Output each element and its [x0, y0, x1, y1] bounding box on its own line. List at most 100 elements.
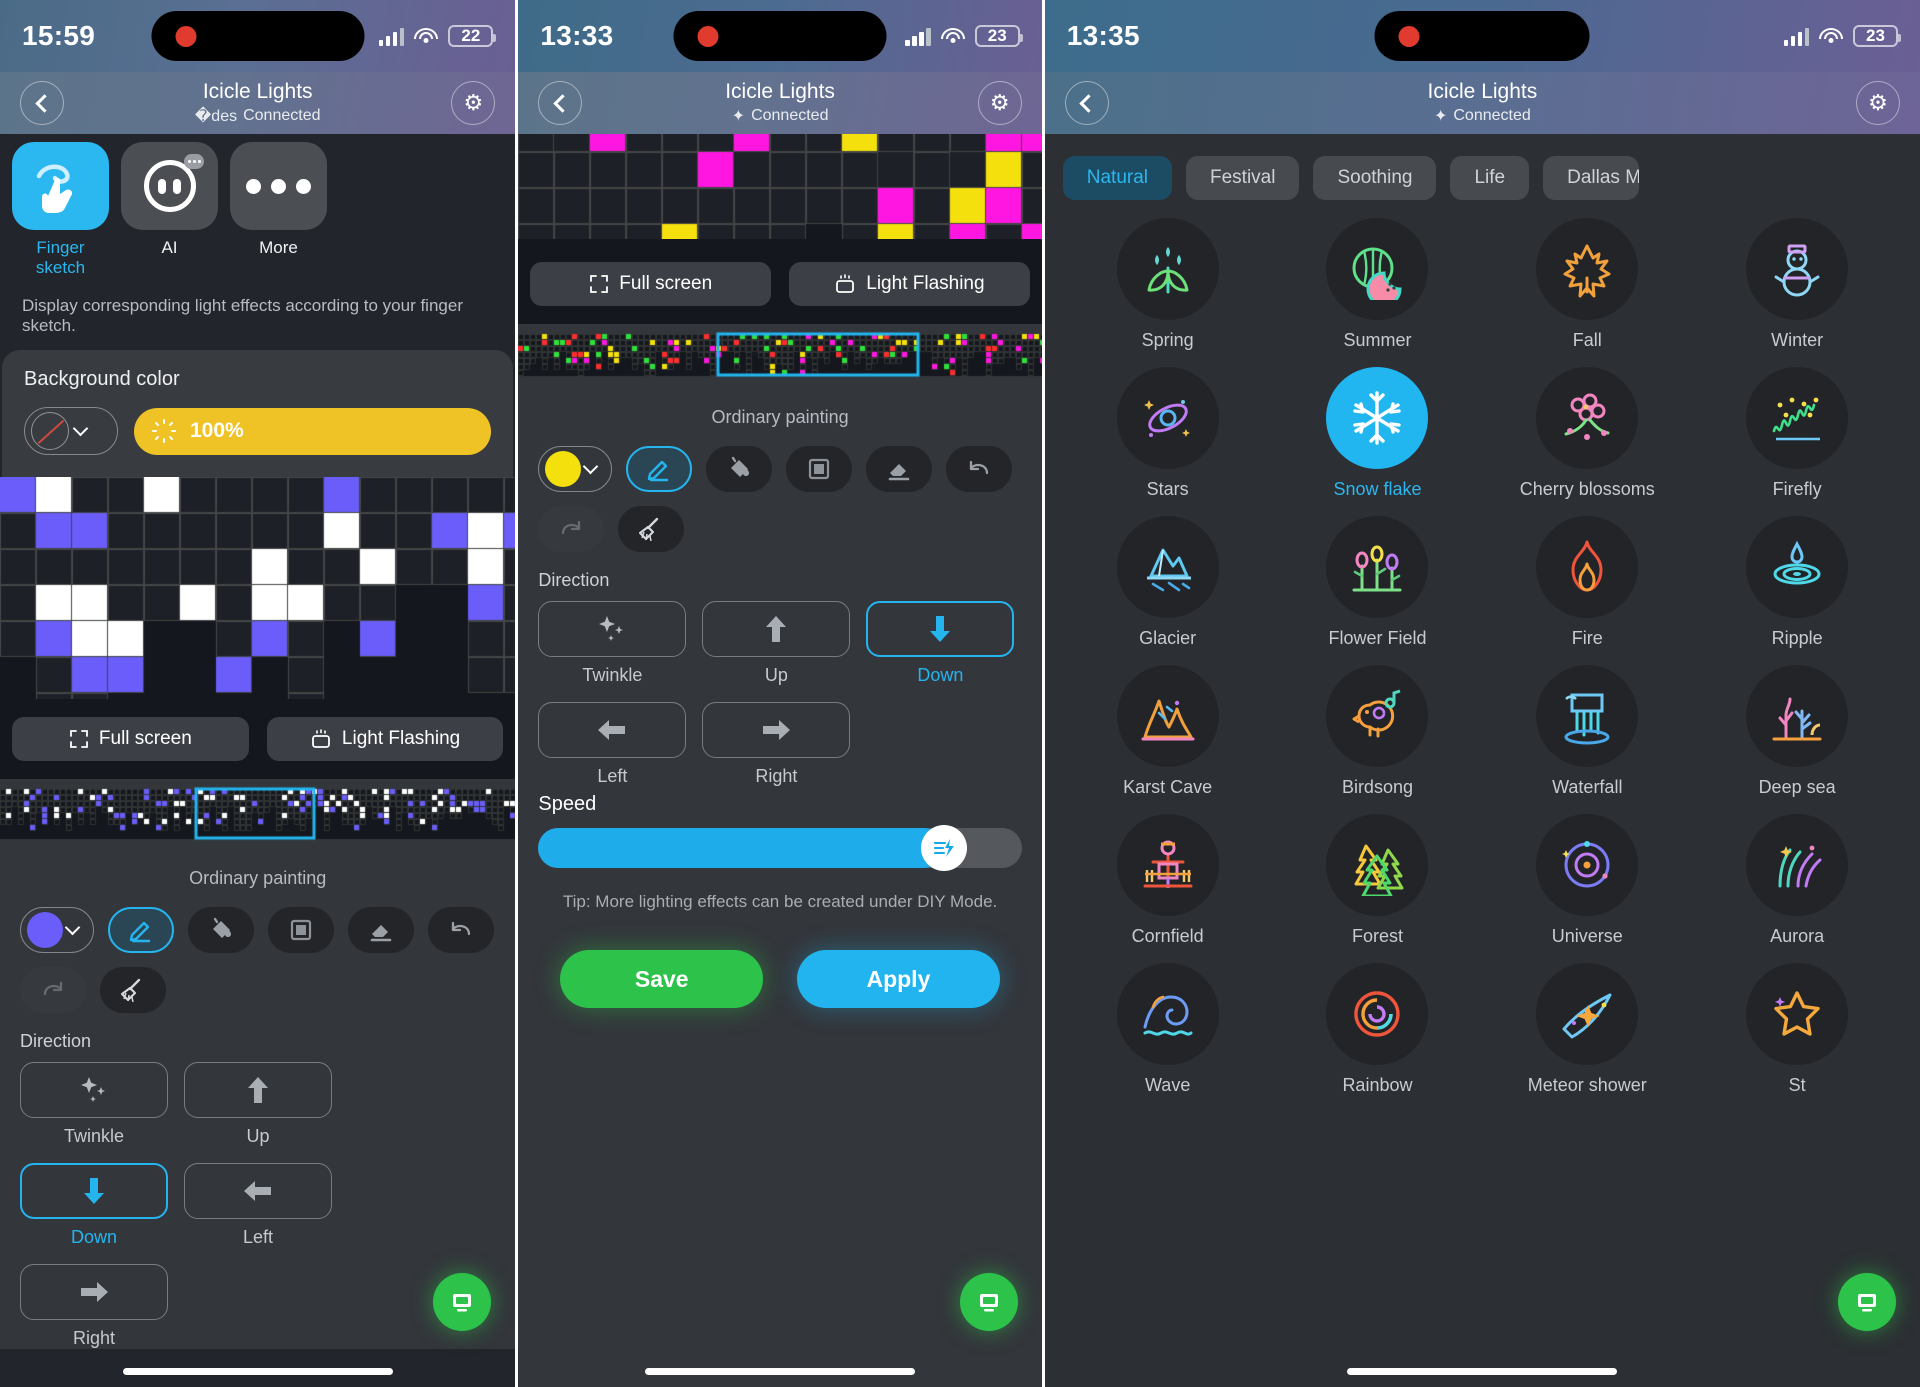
back-button[interactable]	[538, 81, 583, 125]
tab-life[interactable]: Life	[1450, 156, 1530, 200]
effect-fall[interactable]: Fall	[1482, 218, 1692, 351]
effect-cherry-blossoms[interactable]: Cherry blossoms	[1482, 367, 1692, 500]
effect-forest[interactable]: Forest	[1273, 814, 1483, 947]
scarecrow-icon	[1137, 834, 1199, 896]
mode-ai[interactable]: AI	[121, 142, 218, 278]
eraser-tool[interactable]	[866, 446, 933, 492]
light-preview-canvas[interactable]	[0, 477, 516, 699]
effect-aurora[interactable]: Aurora	[1692, 814, 1902, 947]
effect-karst-cave[interactable]: Karst Cave	[1063, 665, 1273, 798]
effect-label: Fire	[1571, 628, 1603, 648]
full-screen-button[interactable]: Full screen	[12, 717, 249, 761]
effect-cornfield[interactable]: Cornfield	[1063, 814, 1273, 947]
fill-bucket-tool[interactable]	[706, 446, 773, 492]
effect-flower-field[interactable]: Flower Field	[1273, 516, 1483, 649]
clear-broom-tool[interactable]	[618, 506, 685, 552]
effect-birdsong[interactable]: Birdsong	[1273, 665, 1483, 798]
effect-label: Karst Cave	[1123, 777, 1213, 797]
speed-slider-knob[interactable]	[921, 825, 968, 871]
eraser-tool[interactable]	[348, 907, 414, 953]
broom-icon	[639, 517, 659, 542]
back-button[interactable]	[1064, 81, 1109, 125]
color-picker-tool[interactable]	[538, 446, 613, 492]
brightness-value: 100%	[190, 419, 244, 442]
pencil-tool[interactable]	[626, 446, 693, 492]
direction-down[interactable]: Down	[866, 601, 1015, 686]
mode-finger-sketch[interactable]: Finger sketch	[12, 142, 109, 278]
direction-twinkle[interactable]: Twinkle	[20, 1062, 168, 1147]
settings-button[interactable]: ⚙	[1856, 81, 1900, 125]
direction-right[interactable]: Right	[702, 702, 851, 787]
effect-st[interactable]: St	[1692, 963, 1902, 1096]
device-fab-button[interactable]	[433, 1273, 492, 1331]
tab-soothing[interactable]: Soothing	[1313, 156, 1437, 200]
light-flashing-button[interactable]: Light Flashing	[789, 262, 1030, 306]
pencil-tool[interactable]	[108, 907, 174, 953]
redo-tool[interactable]	[538, 506, 605, 552]
device-fab-button[interactable]	[959, 1273, 1018, 1331]
status-indicators: 23	[905, 25, 1023, 47]
apply-button[interactable]: Apply	[797, 950, 1000, 1008]
arrow-down-icon	[930, 616, 951, 642]
direction-right[interactable]: Right	[20, 1264, 168, 1349]
effect-firefly[interactable]: Firefly	[1692, 367, 1902, 500]
effect-waterfall[interactable]: Waterfall	[1482, 665, 1692, 798]
redo-tool[interactable]	[20, 967, 86, 1013]
speed-slider[interactable]	[538, 825, 1022, 871]
effect-summer[interactable]: Summer	[1273, 218, 1483, 351]
undo-tool[interactable]	[428, 907, 494, 953]
background-color-picker[interactable]	[24, 407, 118, 455]
tab-natural[interactable]: Natural	[1062, 156, 1172, 200]
full-screen-button[interactable]: Full screen	[530, 262, 772, 306]
direction-up[interactable]: Up	[184, 1062, 332, 1147]
save-button[interactable]: Save	[560, 950, 764, 1008]
pixel-grid[interactable]	[0, 477, 516, 699]
color-picker-tool[interactable]	[20, 907, 94, 953]
rectangle-tool[interactable]	[268, 907, 334, 953]
effect-snow-flake[interactable]: Snow flake	[1273, 367, 1483, 500]
timeline-canvas[interactable]	[518, 330, 1042, 380]
device-fab-button[interactable]	[1838, 1273, 1896, 1331]
status-indicators: 22	[378, 25, 497, 47]
mode-more[interactable]: More	[230, 142, 327, 278]
effect-universe[interactable]: Universe	[1482, 814, 1692, 947]
effect-icon-circle	[1116, 814, 1219, 916]
preview-area[interactable]: Full screen Light Flashing	[518, 134, 1042, 324]
back-button[interactable]	[20, 81, 64, 125]
full-screen-label: Full screen	[619, 273, 713, 294]
settings-button[interactable]: ⚙	[451, 81, 496, 125]
rectangle-tool[interactable]	[786, 446, 853, 492]
effect-stars[interactable]: Stars	[1063, 367, 1273, 500]
brightness-slider[interactable]: 100%	[134, 407, 492, 455]
undo-tool[interactable]	[946, 446, 1013, 492]
direction-twinkle[interactable]: Twinkle	[538, 601, 687, 686]
settings-button[interactable]: ⚙	[977, 81, 1022, 125]
mode-label: More	[259, 238, 298, 257]
direction-left[interactable]: Left	[538, 702, 687, 787]
timeline-strip[interactable]	[518, 324, 1042, 391]
effect-deep-sea[interactable]: Deep sea	[1692, 665, 1902, 798]
effect-icon-circle	[1326, 665, 1429, 767]
direction-button	[20, 1264, 168, 1320]
clear-broom-tool[interactable]	[100, 967, 166, 1013]
pixel-grid[interactable]	[518, 134, 1042, 239]
effect-fire[interactable]: Fire	[1482, 516, 1692, 649]
effect-rainbow[interactable]: Rainbow	[1273, 963, 1483, 1096]
tab-dallas-ma[interactable]: Dallas Ma	[1543, 156, 1640, 200]
effect-glacier[interactable]: Glacier	[1063, 516, 1273, 649]
tab-festival[interactable]: Festival	[1186, 156, 1300, 200]
direction-left[interactable]: Left	[184, 1163, 332, 1248]
timeline-strip[interactable]	[0, 779, 516, 854]
direction-up[interactable]: Up	[702, 601, 851, 686]
effect-winter[interactable]: Winter	[1692, 218, 1902, 351]
direction-down[interactable]: Down	[20, 1163, 168, 1248]
effect-spring[interactable]: Spring	[1063, 218, 1273, 351]
timeline-canvas[interactable]	[0, 785, 516, 843]
light-flashing-button[interactable]: Light Flashing	[266, 717, 504, 761]
effect-ripple[interactable]: Ripple	[1692, 516, 1902, 649]
effect-wave[interactable]: Wave	[1063, 963, 1273, 1096]
light-flashing-label: Light Flashing	[866, 273, 985, 294]
effect-meteor-shower[interactable]: Meteor shower	[1482, 963, 1692, 1096]
speed-section: Speed Tip: More lighting effects can be …	[518, 787, 1041, 1008]
fill-bucket-tool[interactable]	[188, 907, 254, 953]
